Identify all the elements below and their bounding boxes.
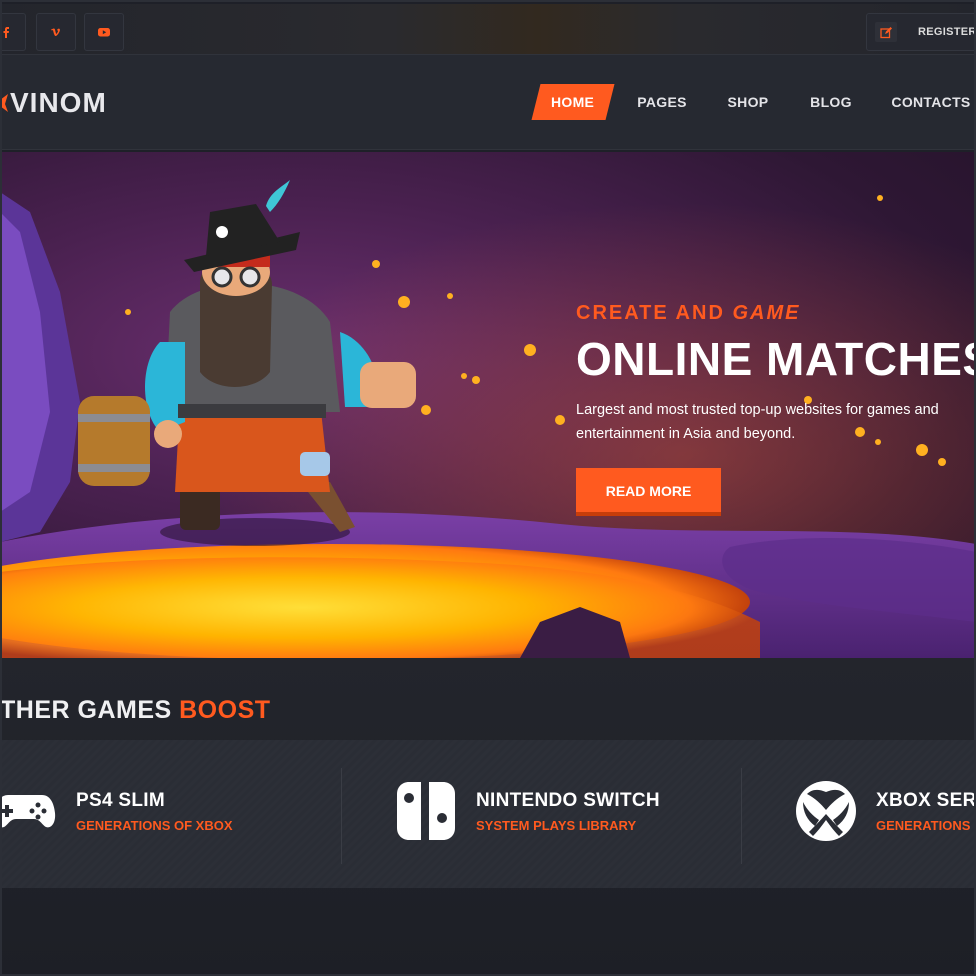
gamepad-icon [0,780,56,842]
nav-shop[interactable]: SHOP [718,84,778,120]
edit-icon [875,22,897,42]
game-card-xbox[interactable]: XBOX SERI GENERATIONS [795,780,976,850]
divider [741,768,742,864]
logo-text: VINOM [10,87,107,118]
nav-pages[interactable]: PAGES [630,84,694,120]
register-label: REGISTER [918,26,976,38]
hero-kicker-text: CREATE AND [576,302,733,324]
game-name: PS4 SLIM [76,790,165,811]
game-subtitle: GENERATIONS OF XBOX [76,818,233,833]
top-bar: REGISTER [0,4,976,54]
game-subtitle: GENERATIONS [876,818,971,833]
register-button[interactable]: REGISTER [866,13,976,51]
nav-contacts[interactable]: CONTACTS [886,84,976,120]
facebook-link[interactable] [0,13,26,51]
vimeo-link[interactable] [36,13,76,51]
game-name: XBOX SERI [876,790,976,811]
games-title-text: THER GAMES [0,696,180,724]
games-strip: PS4 SLIM GENERATIONS OF XBOX NINTENDO SW… [0,740,976,888]
youtube-link[interactable] [84,13,124,51]
hero-kicker-accent: GAME [732,302,801,324]
game-card-ps4[interactable]: PS4 SLIM GENERATIONS OF XBOX [0,780,330,850]
main-header: VINOM HOME PAGES SHOP BLOG CONTACTS [0,54,976,150]
logo[interactable]: VINOM [0,83,107,123]
hero-banner: CREATE AND GAME ONLINE MATCHES Largest a… [0,152,976,658]
logo-mark-icon [0,94,8,112]
xbox-icon [795,780,857,842]
games-section-title: THER GAMES BOOST [0,696,271,725]
divider [341,768,342,864]
nav-home-label: HOME [551,94,595,110]
game-card-nintendo-switch[interactable]: NINTENDO SWITCH SYSTEM PLAYS LIBRARY [395,780,725,850]
game-subtitle: SYSTEM PLAYS LIBRARY [476,818,637,833]
game-name: NINTENDO SWITCH [476,790,660,811]
facebook-icon [3,27,9,38]
nav-home[interactable]: HOME [531,84,615,120]
hero-description: Largest and most trusted top-up websites… [576,402,939,442]
nav-blog[interactable]: BLOG [802,84,860,120]
hero-kicker: CREATE AND GAME [576,302,800,325]
nintendo-switch-icon [395,780,457,842]
hero-title: ONLINE MATCHES [576,333,976,385]
games-title-accent: BOOST [179,696,271,724]
games-section: THER GAMES BOOST PS4 SLIM GENERATIONS OF… [0,658,976,976]
vimeo-icon [51,28,60,36]
youtube-icon [98,28,110,37]
read-more-button[interactable]: READ MORE [576,468,721,516]
